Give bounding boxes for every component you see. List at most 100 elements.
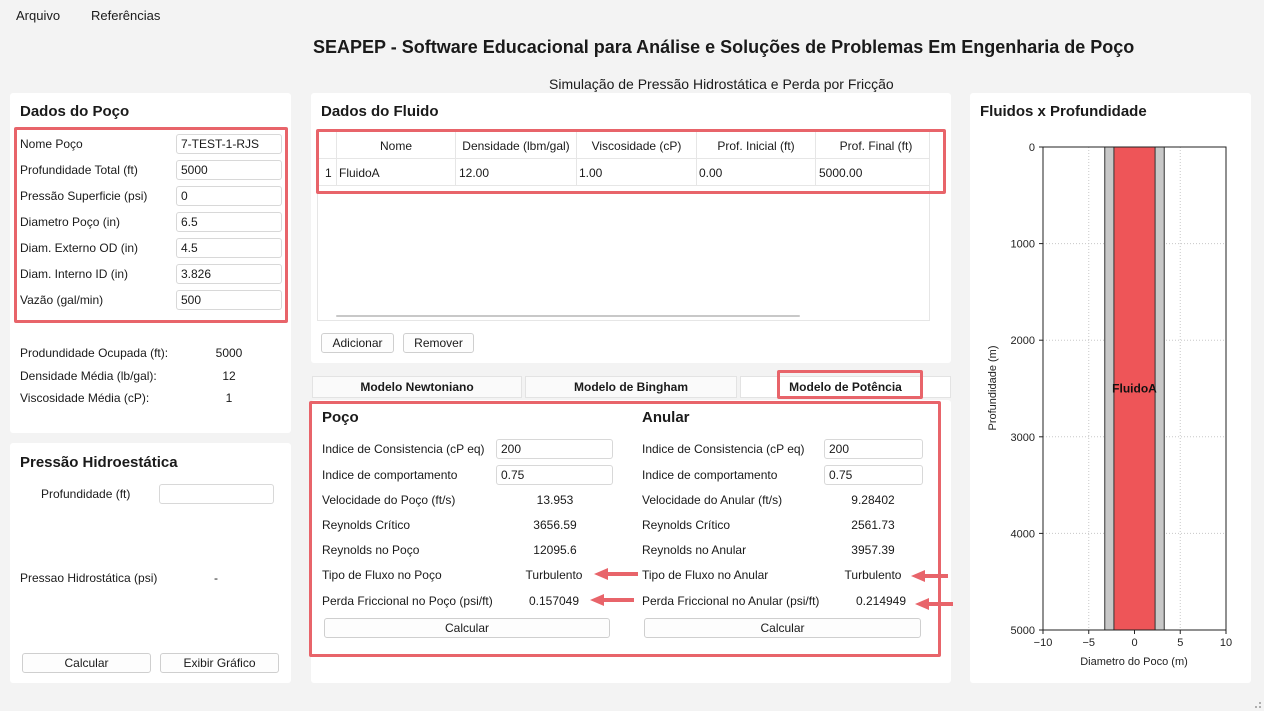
cell-end-depth[interactable]: 5000.00 <box>819 166 862 180</box>
total-depth-input[interactable] <box>176 160 282 180</box>
tab-bingham[interactable]: Modelo de Bingham <box>525 376 737 398</box>
well-n-input[interactable] <box>496 465 613 485</box>
arrow-annulus-flow-type <box>911 570 948 582</box>
tab-power-law[interactable]: Modelo de Potência <box>740 376 951 398</box>
well-velocity-value: 13.953 <box>536 493 574 507</box>
menu-arquivo[interactable]: Arquivo <box>16 8 60 23</box>
x-tick-label-0: −10 <box>1034 637 1053 649</box>
flow-rate-input[interactable] <box>176 290 282 310</box>
avg-viscosity-value: 1 <box>225 391 233 405</box>
well-diameter-input[interactable] <box>176 212 282 232</box>
flow-rate-label: Vazão (gal/min) <box>20 293 104 307</box>
depth-chart: FluidoA −10 −5 0 5 10 0 1000 2000 3000 4000 5000 D… <box>987 142 1232 668</box>
annulus-friction-loss-value: 0.214949 <box>855 594 907 608</box>
annulus-friction-loss-label: Perda Friccional no Anular (psi/ft) <box>642 594 820 608</box>
hydro-pressure-label: Pressao Hidrostática (psi) <box>20 571 158 585</box>
col-header-start-depth: Prof. Inicial (ft) <box>717 139 795 153</box>
well-critical-reynolds-label: Reynolds Crítico <box>322 518 411 532</box>
x-tick-label-2: 0 <box>1131 637 1137 649</box>
outer-diameter-label: Diam. Externo OD (in) <box>20 241 139 255</box>
annulus-n-input[interactable] <box>824 465 923 485</box>
outer-diameter-input[interactable] <box>176 238 282 258</box>
annulus-critical-reynolds-label: Reynolds Crítico <box>642 518 731 532</box>
hydro-calculate-button[interactable]: Calcular <box>22 653 151 673</box>
hydrostatic-title: Pressão Hidroestática <box>20 454 178 471</box>
annulus-critical-reynolds-value: 2561.73 <box>851 518 895 532</box>
col-header-name: Nome <box>379 139 412 153</box>
fluid-data-title: Dados do Fluido <box>321 103 439 120</box>
cell-name[interactable]: FluidoA <box>339 166 380 180</box>
cell-viscosity[interactable]: 1.00 <box>579 166 602 180</box>
annulus-n-label: Indice de comportamento <box>642 468 778 482</box>
well-reynolds-label: Reynolds no Poço <box>322 543 420 557</box>
well-reynolds-value: 12095.6 <box>533 543 577 557</box>
well-name-label: Nome Poço <box>20 137 83 151</box>
fluid-table <box>317 131 930 321</box>
x-tick-label-4: 10 <box>1220 637 1232 649</box>
app-title: SEAPEP - Software Educacional para Análi… <box>313 37 1135 57</box>
x-tick-label-3: 5 <box>1177 637 1183 649</box>
chart-series: FluidoA <box>1104 146 1165 631</box>
well-name-input[interactable] <box>176 134 282 154</box>
avg-density-value: 12 <box>222 369 236 383</box>
fluid-label-0: FluidoA <box>1112 382 1157 396</box>
hydro-pressure-value: - <box>214 571 218 585</box>
well-velocity-label: Velocidade do Poço (ft/s) <box>322 493 456 507</box>
hydro-depth-label: Profundidade (ft) <box>41 487 131 501</box>
well-critical-reynolds-value: 3656.59 <box>533 518 577 532</box>
row-index: 1 <box>325 166 332 180</box>
annulus-velocity-label: Velocidade do Anular (ft/s) <box>642 493 783 507</box>
inner-diameter-input[interactable] <box>176 264 282 284</box>
annulus-flow-type-label: Tipo de Fluxo no Anular <box>642 568 769 582</box>
annulus-section-title: Anular <box>642 409 690 426</box>
well-calculate-button[interactable]: Calcular <box>324 618 610 638</box>
inner-diameter-label: Diam. Interno ID (in) <box>20 267 129 281</box>
y-tick-label-2: 2000 <box>1011 335 1035 347</box>
arrow-well-friction-loss <box>590 594 634 606</box>
surface-pressure-input[interactable] <box>176 186 282 206</box>
col-header-viscosity: Viscosidade (cP) <box>591 139 682 153</box>
y-tick-label-1: 1000 <box>1011 239 1035 251</box>
annulus-k-input[interactable] <box>824 439 923 459</box>
annulus-reynolds-value: 3957.39 <box>851 543 895 557</box>
show-chart-button[interactable]: Exibir Gráfico <box>160 653 279 673</box>
well-friction-loss-label: Perda Friccional no Poço (psi/ft) <box>322 594 493 608</box>
col-header-end-depth: Prof. Final (ft) <box>839 139 913 153</box>
add-fluid-button[interactable]: Adicionar <box>321 333 394 353</box>
occupied-depth-value: 5000 <box>215 346 243 360</box>
annulus-velocity-value: 9.28402 <box>851 493 895 507</box>
arrow-annulus-friction-loss <box>915 598 953 610</box>
y-tick-label-3: 3000 <box>1011 432 1035 444</box>
annulus-k-label: Indice de Consistencia (cP eq) <box>642 442 805 456</box>
x-tick-label-1: −5 <box>1082 637 1095 649</box>
total-depth-label: Profundidade Total (ft) <box>20 163 138 177</box>
app-subtitle: Simulação de Pressão Hidrostática e Perd… <box>549 76 894 92</box>
y-tick-label-5: 5000 <box>1011 625 1035 637</box>
hydrostatic-panel <box>10 443 291 683</box>
tab-newtonian[interactable]: Modelo Newtoniano <box>312 376 522 398</box>
well-k-input[interactable] <box>496 439 613 459</box>
annulus-calculate-button[interactable]: Calcular <box>644 618 921 638</box>
resize-grip-icon[interactable] <box>1252 699 1262 709</box>
chart-title: Fluidos x Profundidade <box>980 103 1147 120</box>
hydro-depth-input[interactable] <box>159 484 274 504</box>
well-diameter-label: Diametro Poço (in) <box>20 215 121 229</box>
well-section-title: Poço <box>322 409 359 426</box>
y-tick-label-0: 0 <box>1029 142 1035 154</box>
well-flow-type-value: Turbulento <box>525 568 583 582</box>
menu-referencias[interactable]: Referências <box>91 8 160 23</box>
well-k-label: Indice de Consistencia (cP eq) <box>322 442 485 456</box>
well-n-label: Indice de comportamento <box>322 468 458 482</box>
col-header-density: Densidade (lbm/gal) <box>462 139 570 153</box>
avg-density-label: Densidade Média (lb/gal): <box>20 369 157 383</box>
table-scrollbar[interactable] <box>336 315 800 317</box>
remove-fluid-button[interactable]: Remover <box>403 333 474 353</box>
y-axis-label: Profundidade (m) <box>987 346 999 431</box>
well-data-title: Dados do Poço <box>20 103 130 120</box>
x-axis-label: Diametro do Poco (m) <box>1080 656 1188 668</box>
arrow-well-flow-type <box>594 568 638 580</box>
cell-start-depth[interactable]: 0.00 <box>699 166 722 180</box>
annulus-reynolds-label: Reynolds no Anular <box>642 543 747 557</box>
surface-pressure-label: Pressão Superficie (psi) <box>20 189 148 203</box>
cell-density[interactable]: 12.00 <box>459 166 489 180</box>
